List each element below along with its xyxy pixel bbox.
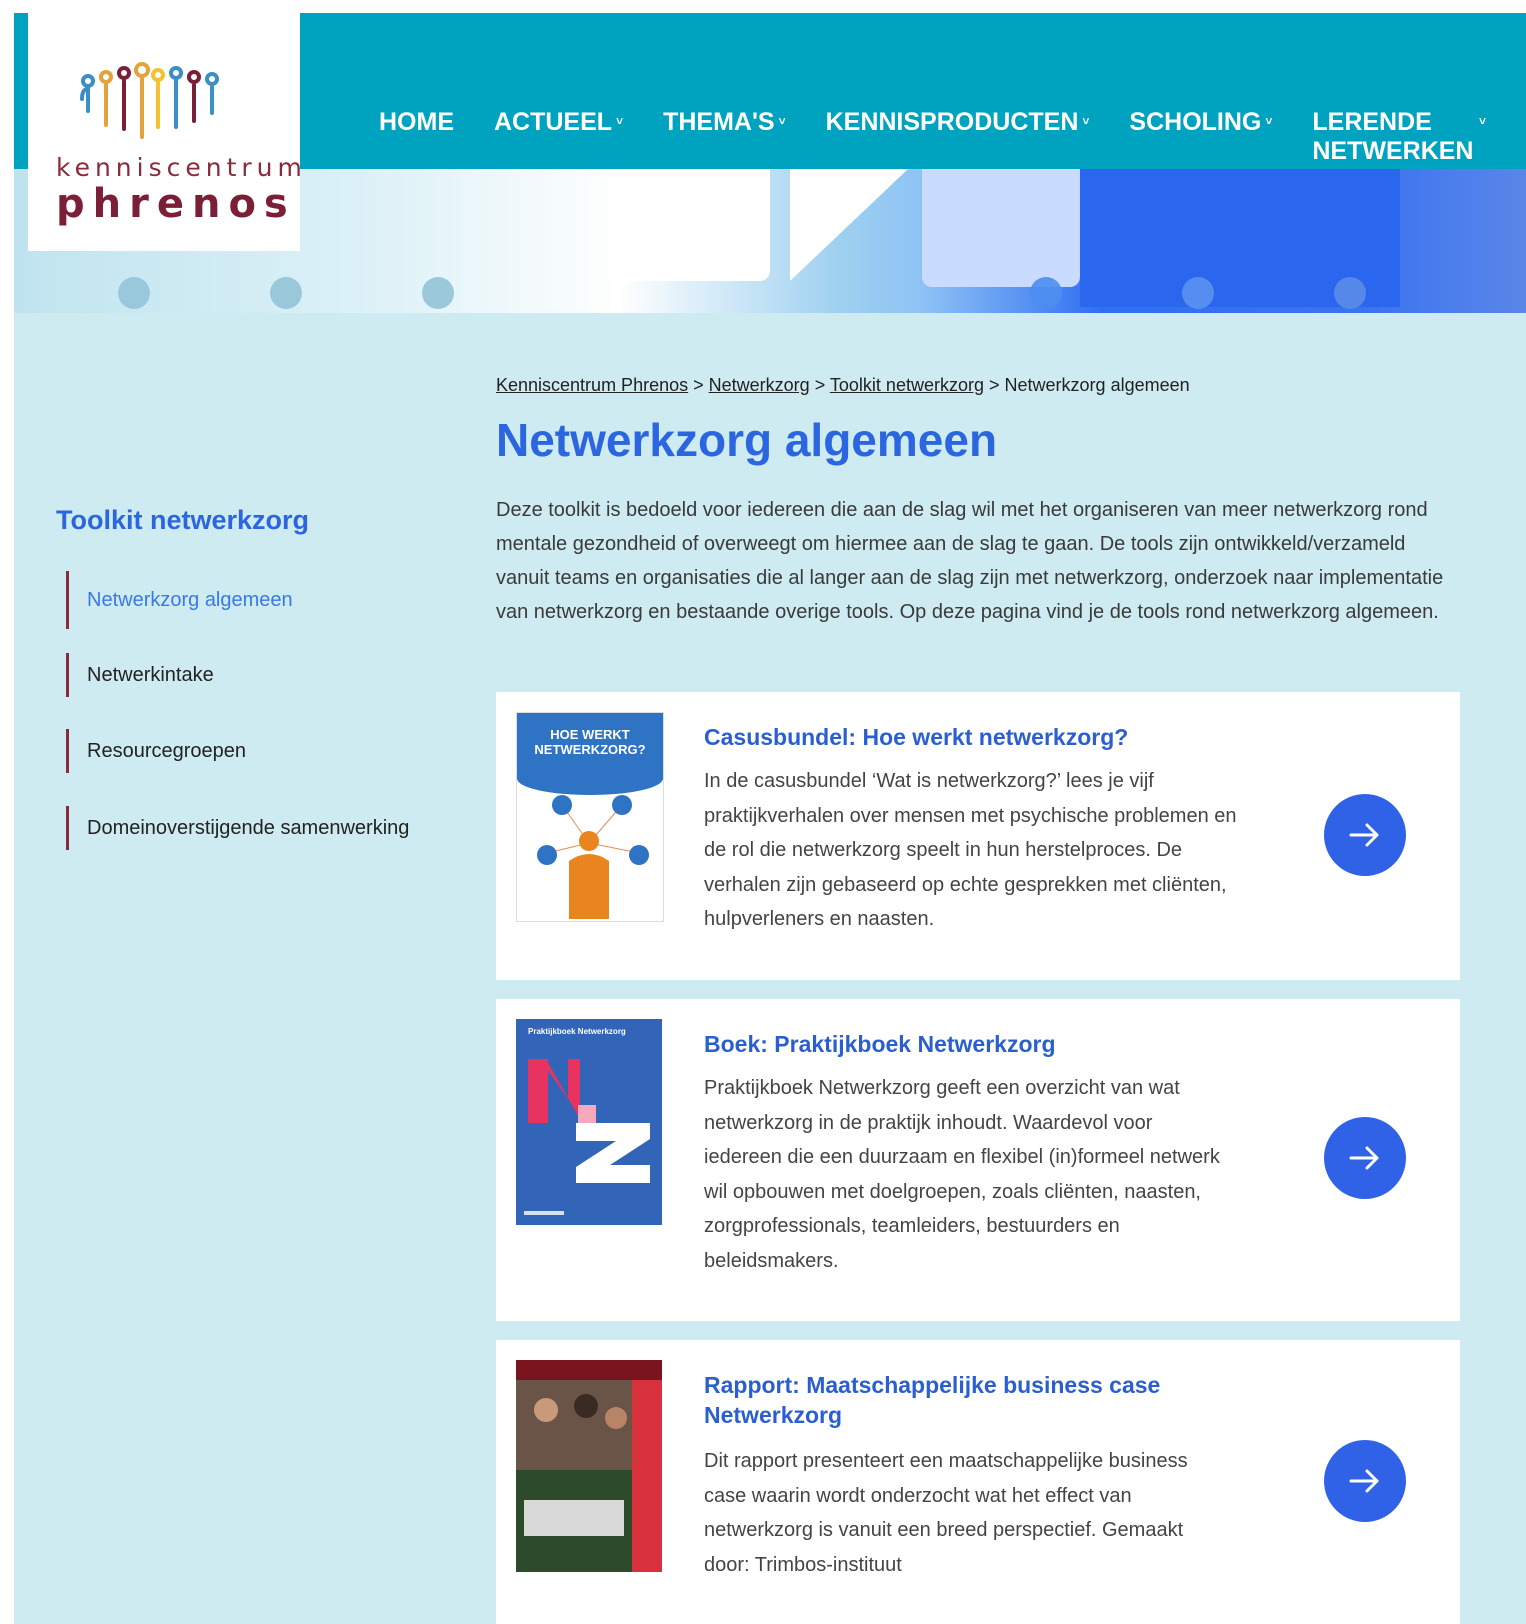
main-nav: HOME ACTUEEL ˅ THEMA'S ˅ KENNISPRODUCTEN ˅ … [379,108,1526,166]
logo-line2: phrenos [56,181,296,227]
cover-image [516,1360,662,1572]
breadcrumb: Kenniscentrum Phrenos > Netwerkzorg > To… [496,375,1190,396]
book-letters-icon [524,1059,650,1215]
sidebar-title: Toolkit netwerkzorg [56,505,310,535]
breadcrumb-link[interactable]: Toolkit netwerkzorg [830,375,984,395]
nav-label: HOME [379,108,454,136]
people-logo-icon [80,62,219,139]
breadcrumb-separator: > [693,375,704,395]
card-title[interactable]: Rapport: Maatschappelijke business case … [704,1370,1224,1430]
sidebar-item-netwerkintake[interactable]: Netwerkintake [66,653,214,697]
intro-text: Deze toolkit is bedoeld voor iedereen di… [496,499,1444,623]
nav-item-kennisproducten[interactable]: KENNISPRODUCTEN ˅ [826,108,1090,166]
chevron-down-icon: ˅ [778,114,786,128]
sidebar-item-domeinoverstijgende-samenwerking[interactable]: Domeinoverstijgende samenwerking [66,806,409,850]
breadcrumb-link[interactable]: Kenniscentrum Phrenos [496,375,688,395]
breadcrumb-separator: > [989,375,1000,395]
people-network-icon [537,795,649,919]
open-card-button[interactable] [1324,794,1406,876]
arrow-right-icon [1349,1146,1379,1170]
resource-card[interactable]: HOE WERKT NETWERKZORG? Casusbundel: Hoe … [496,692,1460,980]
chevron-down-icon: ˅ [1265,114,1273,128]
nav-item-home[interactable]: HOME [379,108,454,166]
cover-image: Praktijkboek Netwerkzorg [516,1019,662,1225]
chevron-down-icon: ˅ [1082,114,1090,128]
card-description: Dit rapport presenteert een maatschappel… [704,1450,1188,1576]
page-title: Netwerkzorg algemeen [496,414,998,466]
nav-item-themas[interactable]: THEMA'S ˅ [663,108,786,166]
nav-label: SCHOLING [1129,108,1262,136]
cover-image: HOE WERKT NETWERKZORG? [516,712,664,922]
resource-card[interactable]: Praktijkboek Netwerkzorg Boek: Praktijkb… [496,999,1460,1321]
card-title[interactable]: Boek: Praktijkboek Netwerkzorg [704,1029,1056,1059]
breadcrumb-separator: > [814,375,826,395]
logo-line1: kenniscentrum [56,153,307,182]
nav-item-actueel[interactable]: ACTUEEL ˅ [494,108,623,166]
nav-label: ACTUEEL [494,108,613,136]
breadcrumb-current: Netwerkzorg algemeen [1004,375,1190,395]
arrow-right-icon [1349,1469,1379,1493]
open-card-button[interactable] [1324,1440,1406,1522]
card-title[interactable]: Casusbundel: Hoe werkt netwerkzorg? [704,722,1128,752]
breadcrumb-link[interactable]: Netwerkzorg [709,375,810,395]
nav-item-lerende-netwerken[interactable]: LERENDE NETWERKEN ˅ [1312,108,1486,166]
report-cover-icon [516,1360,662,1572]
nav-label: KENNISPRODUCTEN [825,108,1079,136]
arrow-right-icon [1349,823,1379,847]
page: kenniscentrum phrenos HOME ACTUEEL ˅ THEM… [14,13,1526,1624]
nav-label: LERENDE NETWERKEN [1312,108,1474,165]
nav-label: THEMA'S [663,108,775,136]
sidebar-item-netwerkzorg-algemeen[interactable]: Netwerkzorg algemeen [66,571,293,629]
card-description: Praktijkboek Netwerkzorg geeft een overz… [704,1077,1220,1272]
sidebar-item-resourcegroepen[interactable]: Resourcegroepen [66,729,246,773]
chevron-down-icon: ˅ [1478,114,1486,128]
chevron-down-icon: ˅ [616,114,624,128]
card-description: In de casusbundel ‘Wat is netwerkzorg?’ … [704,770,1237,930]
resource-card[interactable]: Rapport: Maatschappelijke business case … [496,1340,1460,1624]
nav-item-scholing[interactable]: SCHOLING ˅ [1129,108,1272,166]
site-logo[interactable]: kenniscentrum phrenos [28,13,302,251]
open-card-button[interactable] [1324,1117,1406,1199]
